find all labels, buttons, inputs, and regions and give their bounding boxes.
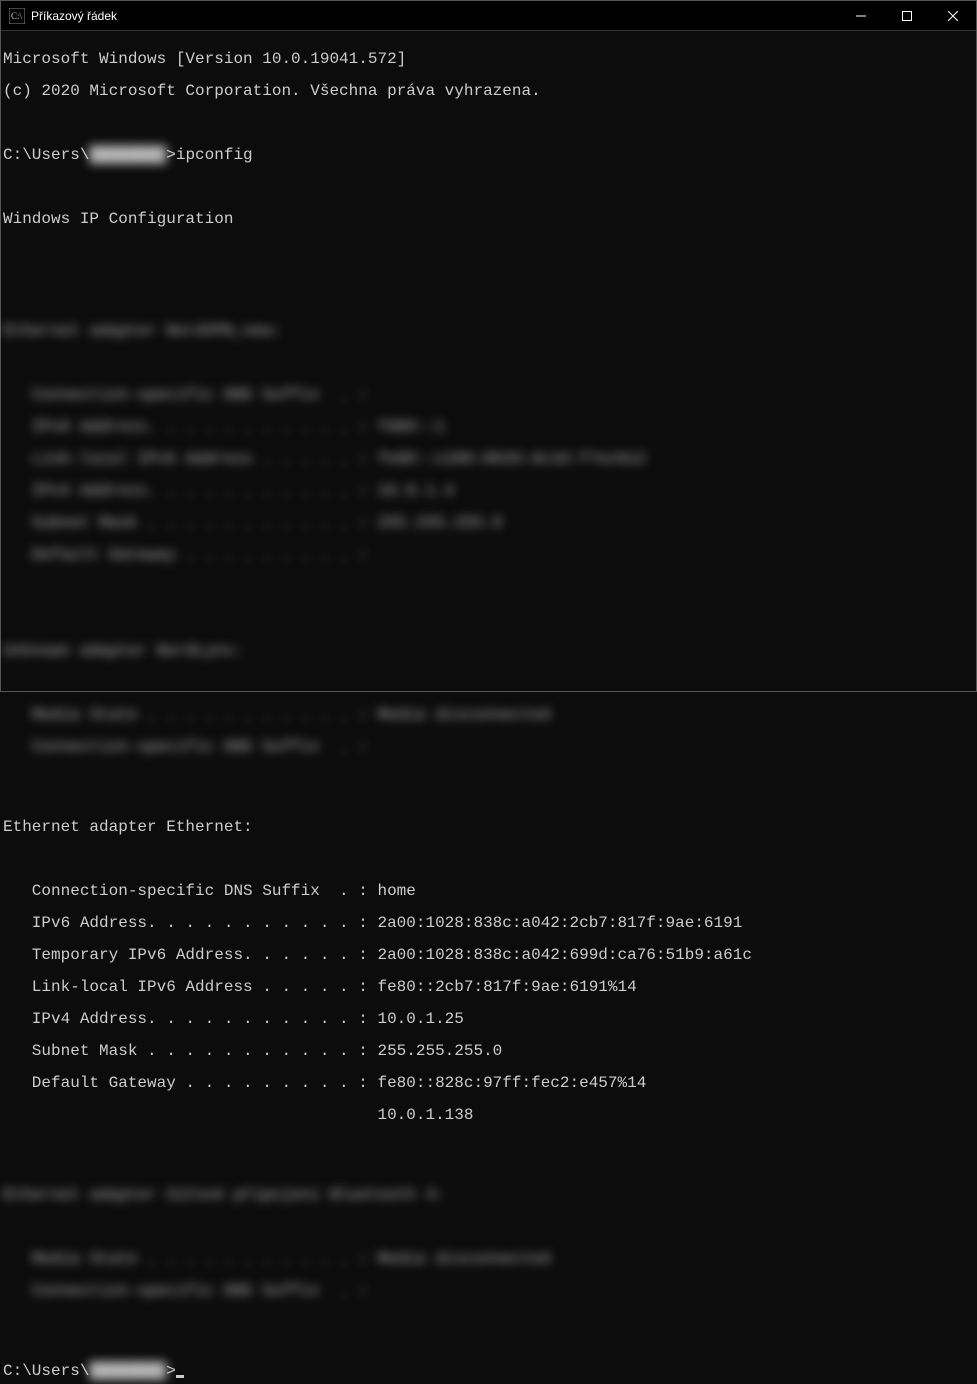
redacted-username: ████████ [89,1363,166,1379]
blank-line [3,595,974,611]
config-line: Default Gateway . . . . . . . . . : fe80… [3,1075,974,1091]
config-line: 10.0.1.138 [3,1107,974,1123]
banner-line: Microsoft Windows [Version 10.0.19041.57… [3,51,974,67]
blank-line [3,275,974,291]
blank-line [3,787,974,803]
redacted-adapter-block: Ethernet adapter Siťové připojení Blueto… [3,1171,974,1315]
close-button[interactable] [930,1,976,30]
redacted-username: ████████ [89,147,166,163]
window-controls [838,1,976,30]
terminal-output[interactable]: Microsoft Windows [Version 10.0.19041.57… [1,31,976,1384]
cmd-icon: C:\ [9,8,25,24]
blank-line [3,115,974,131]
minimize-button[interactable] [838,1,884,30]
config-line: Connection-specific DNS Suffix . : home [3,883,974,899]
config-line: Subnet Mask . . . . . . . . . . . : 255.… [3,1043,974,1059]
banner-line: (c) 2020 Microsoft Corporation. Všechna … [3,83,974,99]
adapter-header: Ethernet adapter Ethernet: [3,819,974,835]
window-titlebar: C:\ Příkazový řádek [1,1,976,31]
config-line: Temporary IPv6 Address. . . . . . : 2a00… [3,947,974,963]
blank-line [3,1139,974,1155]
cursor [176,1375,184,1378]
config-line: Link-local IPv6 Address . . . . . : fe80… [3,979,974,995]
blank-line [3,243,974,259]
svg-text:C:\: C:\ [11,11,23,21]
redacted-adapter-block: Unknown adapter NordLynx: Media State . … [3,627,974,771]
blank-line [3,179,974,195]
prompt-line: C:\Users\████████>ipconfig [3,147,974,163]
prompt-line: C:\Users\████████> [3,1363,974,1379]
blank-line [3,1331,974,1347]
config-line: IPv6 Address. . . . . . . . . . . : 2a00… [3,915,974,931]
blank-line [3,851,974,867]
redacted-adapter-block: Ethernet adapter NordVPN_new: Connection… [3,307,974,579]
ipconfig-header: Windows IP Configuration [3,211,974,227]
config-line: IPv4 Address. . . . . . . . . . . : 10.0… [3,1011,974,1027]
window-title: Příkazový řádek [31,9,838,23]
maximize-button[interactable] [884,1,930,30]
